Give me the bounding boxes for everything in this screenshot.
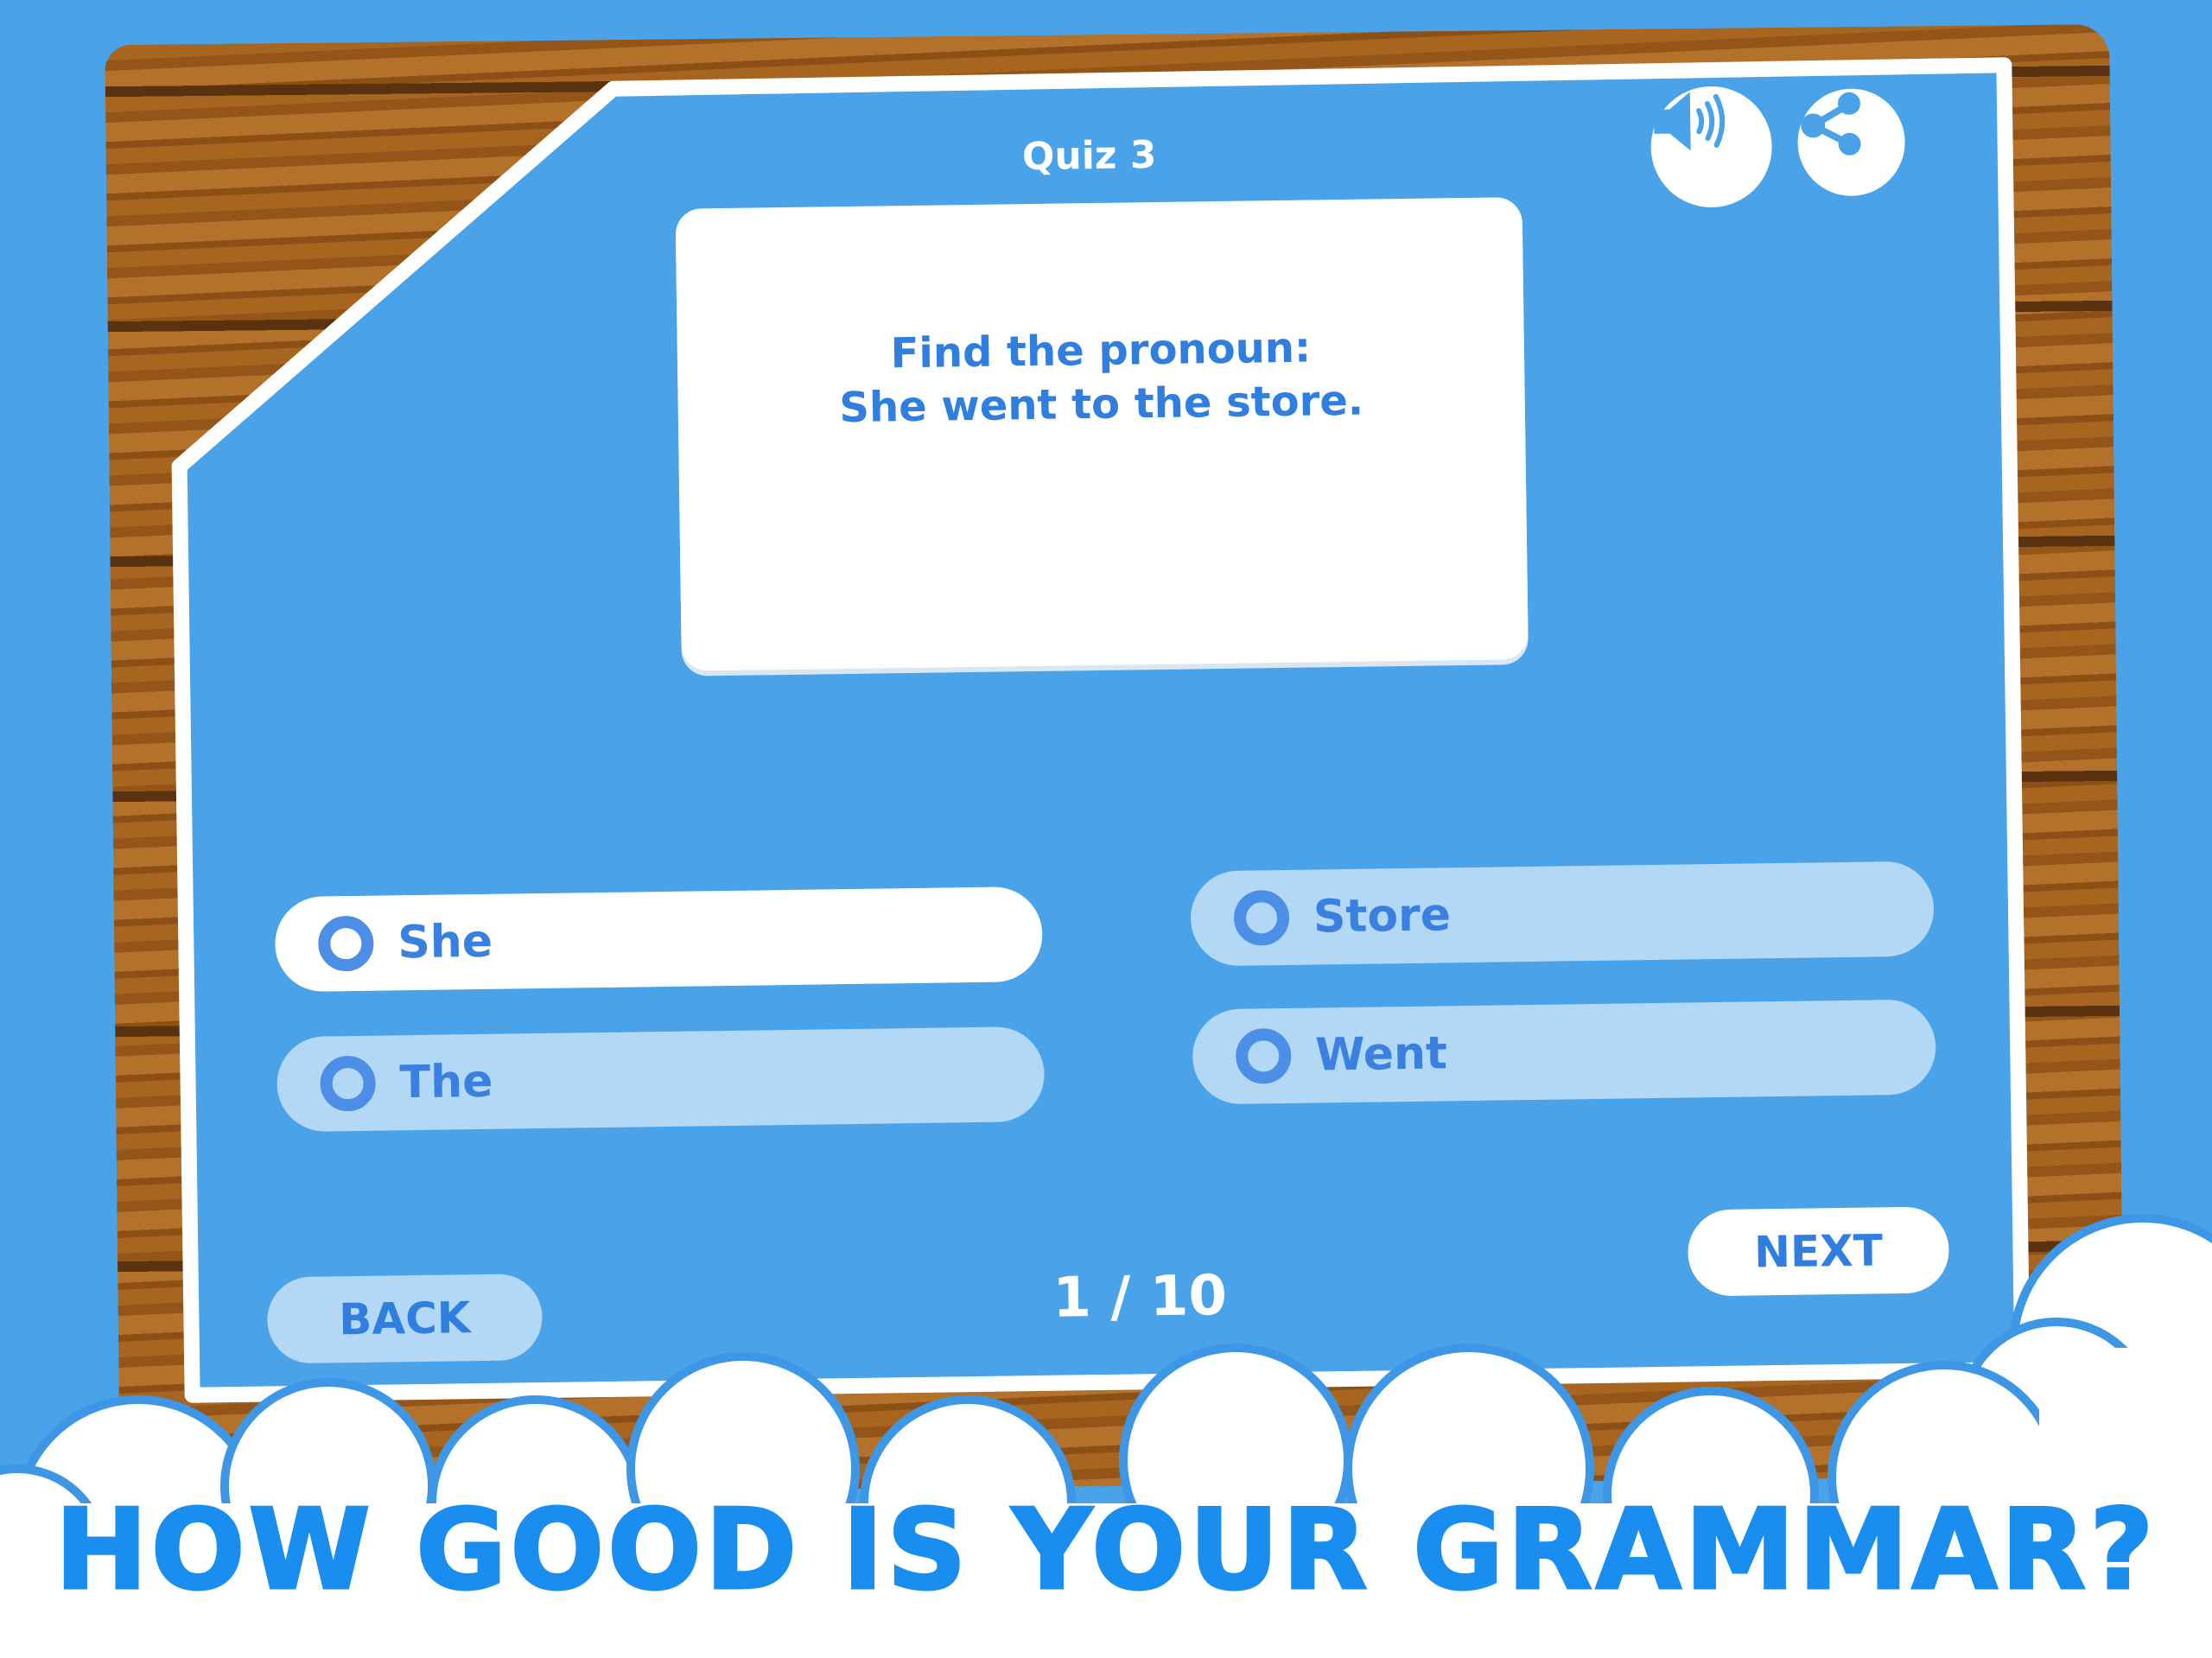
cloud-border bbox=[0, 1214, 2212, 1658]
headline: HOW GOOD IS YOUR GRAMMAR? bbox=[54, 1485, 2158, 1617]
